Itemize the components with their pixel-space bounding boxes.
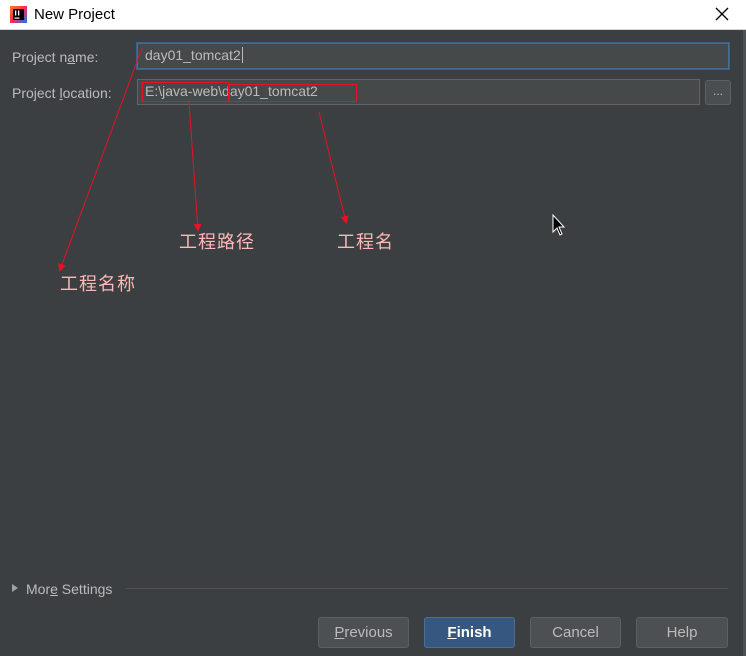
browse-button[interactable]: ... xyxy=(705,80,731,105)
more-settings-separator xyxy=(126,588,728,589)
project-name-input[interactable]: day01_tomcat2 xyxy=(137,43,729,69)
project-location-label: Project location: xyxy=(12,85,112,101)
expand-arrow-icon xyxy=(12,584,18,592)
project-name-value: day01_tomcat2 xyxy=(145,47,241,63)
previous-button[interactable]: Previous xyxy=(318,617,409,648)
intellij-app-icon xyxy=(10,6,27,23)
mouse-cursor-icon xyxy=(552,214,566,236)
close-icon[interactable] xyxy=(706,0,738,30)
annotation-box-path xyxy=(142,82,229,102)
finish-button[interactable]: Finish xyxy=(424,617,515,648)
text-caret xyxy=(241,47,243,63)
annotation-label-project: 工程名 xyxy=(337,232,394,253)
more-settings-label: More Settings xyxy=(26,581,113,597)
new-project-dialog: New Project Project name: day01_tomcat2 … xyxy=(0,0,746,656)
title-bar: New Project xyxy=(0,0,746,30)
annotation-label-name: 工程名称 xyxy=(60,274,136,295)
annotation-box-name xyxy=(229,84,357,102)
cancel-button[interactable]: Cancel xyxy=(530,617,621,648)
annotation-label-path: 工程路径 xyxy=(179,232,255,253)
window-title: New Project xyxy=(34,6,115,23)
help-button[interactable]: Help xyxy=(636,617,728,648)
project-name-label: Project name: xyxy=(12,49,99,65)
